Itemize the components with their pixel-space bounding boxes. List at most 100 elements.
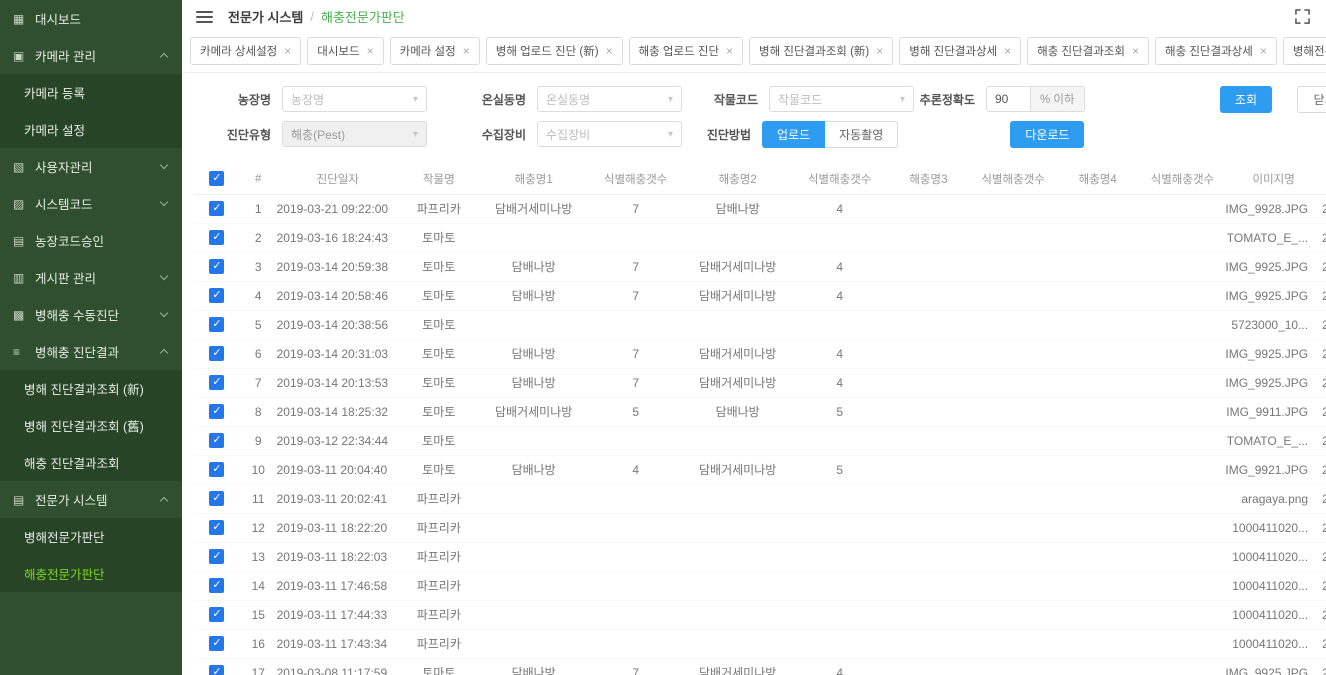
table-row[interactable]: ✓92019-03-12 22:34:44토마토TOMATO_E_...2019 bbox=[194, 426, 1326, 455]
tab[interactable]: 해충 업로드 진단 × bbox=[629, 37, 743, 65]
sidebar-item-dashboard[interactable]: ▦ 대시보드 bbox=[0, 0, 182, 37]
table-row[interactable]: ✓12019-03-21 09:22:00파프리카담배거세미나방7담배나방4IM… bbox=[194, 194, 1326, 223]
breadcrumb-root[interactable]: 전문가 시스템 bbox=[228, 7, 303, 26]
tab[interactable]: 병해 업로드 진단 (新) × bbox=[486, 37, 623, 65]
equipment-select[interactable]: 수집장비 ▾ bbox=[537, 121, 682, 147]
row-checkbox[interactable]: ✓ bbox=[209, 201, 224, 216]
table-cell bbox=[1140, 484, 1226, 513]
table-row[interactable]: ✓132019-03-11 18:22:03파프리카1000411020...2… bbox=[194, 542, 1326, 571]
table-cell bbox=[887, 223, 971, 252]
sidebar-item-farm-code-approval[interactable]: ▤ 농장코드승인 bbox=[0, 222, 182, 259]
sidebar-item-label: 대시보드 bbox=[35, 9, 169, 28]
tab-close-icon[interactable]: × bbox=[606, 45, 613, 57]
sidebar-item-diagnosis-results[interactable]: ≡ 병해충 진단결과 bbox=[0, 333, 182, 370]
tab-close-icon[interactable]: × bbox=[367, 45, 374, 57]
crop-code-select[interactable]: 작물코드 ▾ bbox=[769, 86, 914, 112]
sidebar-item-disease-results-new[interactable]: 병해 진단결과조회 (新) bbox=[0, 370, 182, 407]
table-row[interactable]: ✓42019-03-14 20:58:46토마토담배나방7담배거세미나방4IMG… bbox=[194, 281, 1326, 310]
row-checkbox[interactable]: ✓ bbox=[209, 317, 224, 332]
sidebar-item-system-code[interactable]: ▨ 시스템코드 bbox=[0, 185, 182, 222]
table-row[interactable]: ✓22019-03-16 18:24:43토마토TOMATO_E_...2019 bbox=[194, 223, 1326, 252]
table-cell bbox=[887, 484, 971, 513]
tab[interactable]: 병해전문가판단 × bbox=[1283, 37, 1326, 65]
table-cell: 토마토 bbox=[399, 426, 479, 455]
table-cell bbox=[1056, 455, 1140, 484]
tab[interactable]: 카메라 상세설정 × bbox=[190, 37, 301, 65]
tab-close-icon[interactable]: × bbox=[1260, 45, 1267, 57]
tab[interactable]: 대시보드 × bbox=[307, 37, 383, 65]
search-button[interactable]: 조회 bbox=[1220, 86, 1272, 113]
tab-close-icon[interactable]: × bbox=[463, 45, 470, 57]
tab-close-icon[interactable]: × bbox=[876, 45, 883, 57]
table-cell: 16 bbox=[240, 629, 277, 658]
tab-close-icon[interactable]: × bbox=[1132, 45, 1139, 57]
tab[interactable]: 병해 진단결과상세 × bbox=[899, 37, 1021, 65]
sidebar-item-board-management[interactable]: ▥ 게시판 관리 bbox=[0, 259, 182, 296]
table-row[interactable]: ✓172019-03-08 11:17:59토마토담배나방7담배거세미나방4IM… bbox=[194, 658, 1326, 675]
row-checkbox[interactable]: ✓ bbox=[209, 259, 224, 274]
greenhouse-select[interactable]: 온실동명 ▾ bbox=[537, 86, 682, 112]
method-upload-button[interactable]: 업로드 bbox=[762, 121, 825, 148]
table-row[interactable]: ✓162019-03-11 17:43:34파프리카1000411020...2… bbox=[194, 629, 1326, 658]
tab[interactable]: 해충 진단결과상세 × bbox=[1155, 37, 1277, 65]
row-checkbox[interactable]: ✓ bbox=[209, 636, 224, 651]
table-cell: 11 bbox=[240, 484, 277, 513]
tab-close-icon[interactable]: × bbox=[1004, 45, 1011, 57]
table-row[interactable]: ✓152019-03-11 17:44:33파프리카1000411020...2… bbox=[194, 600, 1326, 629]
sidebar-item-expert-system[interactable]: ▤ 전문가 시스템 bbox=[0, 481, 182, 518]
sidebar-item-disease-results-old[interactable]: 병해 진단결과조회 (舊) bbox=[0, 407, 182, 444]
sidebar-item-user-management[interactable]: ▧ 사용자관리 bbox=[0, 148, 182, 185]
table-row[interactable]: ✓102019-03-11 20:04:40토마토담배나방4담배거세미나방5IM… bbox=[194, 455, 1326, 484]
row-checkbox[interactable]: ✓ bbox=[209, 404, 224, 419]
table-row[interactable]: ✓62019-03-14 20:31:03토마토담배나방7담배거세미나방4IMG… bbox=[194, 339, 1326, 368]
row-checkbox[interactable]: ✓ bbox=[209, 288, 224, 303]
table-cell bbox=[589, 484, 683, 513]
method-auto-button[interactable]: 자동촬영 bbox=[825, 121, 898, 148]
close-button[interactable]: 닫기 bbox=[1297, 86, 1326, 113]
row-checkbox[interactable]: ✓ bbox=[209, 433, 224, 448]
table-row[interactable]: ✓112019-03-11 20:02:41파프리카aragaya.png201… bbox=[194, 484, 1326, 513]
row-checkbox[interactable]: ✓ bbox=[209, 462, 224, 477]
farm-name-select[interactable]: 농장명 ▾ bbox=[282, 86, 427, 112]
sidebar-item-disease-expert-judgment[interactable]: 병해전문가판단 bbox=[0, 518, 182, 555]
table-cell: 13 bbox=[240, 542, 277, 571]
row-checkbox[interactable]: ✓ bbox=[209, 520, 224, 535]
table-cell bbox=[683, 542, 793, 571]
fullscreen-icon[interactable] bbox=[1295, 9, 1310, 24]
row-checkbox[interactable]: ✓ bbox=[209, 578, 224, 593]
row-checkbox[interactable]: ✓ bbox=[209, 665, 224, 675]
table-row[interactable]: ✓142019-03-11 17:46:58파프리카1000411020...2… bbox=[194, 571, 1326, 600]
sidebar-item-pest-results[interactable]: 해충 진단결과조회 bbox=[0, 444, 182, 481]
download-button[interactable]: 다운로드 bbox=[1010, 121, 1084, 148]
tab-close-icon[interactable]: × bbox=[284, 45, 291, 57]
row-checkbox[interactable]: ✓ bbox=[209, 346, 224, 361]
table-cell bbox=[589, 629, 683, 658]
diagnosis-type-select[interactable]: 해충(Pest) ▾ bbox=[282, 121, 427, 147]
table-row[interactable]: ✓72019-03-14 20:13:53토마토담배나방7담배거세미나방4IMG… bbox=[194, 368, 1326, 397]
select-all-checkbox[interactable]: ✓ bbox=[209, 171, 224, 186]
table-cell: 7 bbox=[240, 368, 277, 397]
tab[interactable]: 카메라 설정 × bbox=[390, 37, 480, 65]
row-checkbox[interactable]: ✓ bbox=[209, 549, 224, 564]
sidebar-item-camera-settings[interactable]: 카메라 설정 bbox=[0, 111, 182, 148]
row-checkbox[interactable]: ✓ bbox=[209, 607, 224, 622]
table-row[interactable]: ✓82019-03-14 18:25:32토마토담배거세미나방5담배나방5IMG… bbox=[194, 397, 1326, 426]
tab[interactable]: 병해 진단결과조회 (新) × bbox=[749, 37, 893, 65]
tab-close-icon[interactable]: × bbox=[726, 45, 733, 57]
menu-toggle-icon[interactable] bbox=[196, 11, 213, 23]
checkbox-cell: ✓ bbox=[194, 658, 240, 675]
table-row[interactable]: ✓52019-03-14 20:38:56토마토5723000_10...201… bbox=[194, 310, 1326, 339]
sidebar-item-manual-diagnosis[interactable]: ▩ 병해충 수동진단 bbox=[0, 296, 182, 333]
row-checkbox[interactable]: ✓ bbox=[209, 375, 224, 390]
sidebar-item-pest-expert-judgment[interactable]: 해충전문가판단 bbox=[0, 555, 182, 592]
sidebar-item-camera-management[interactable]: ▣ 카메라 관리 bbox=[0, 37, 182, 74]
table-cell bbox=[970, 484, 1056, 513]
table-row[interactable]: ✓32019-03-14 20:59:38토마토담배나방7담배거세미나방4IMG… bbox=[194, 252, 1326, 281]
sidebar-item-camera-register[interactable]: 카메라 등록 bbox=[0, 74, 182, 111]
row-checkbox[interactable]: ✓ bbox=[209, 230, 224, 245]
table-row[interactable]: ✓122019-03-11 18:22:20파프리카1000411020...2… bbox=[194, 513, 1326, 542]
tab[interactable]: 해충 진단결과조회 × bbox=[1027, 37, 1149, 65]
table-cell: 담배거세미나방 bbox=[683, 339, 793, 368]
accuracy-input[interactable] bbox=[986, 86, 1031, 112]
row-checkbox[interactable]: ✓ bbox=[209, 491, 224, 506]
